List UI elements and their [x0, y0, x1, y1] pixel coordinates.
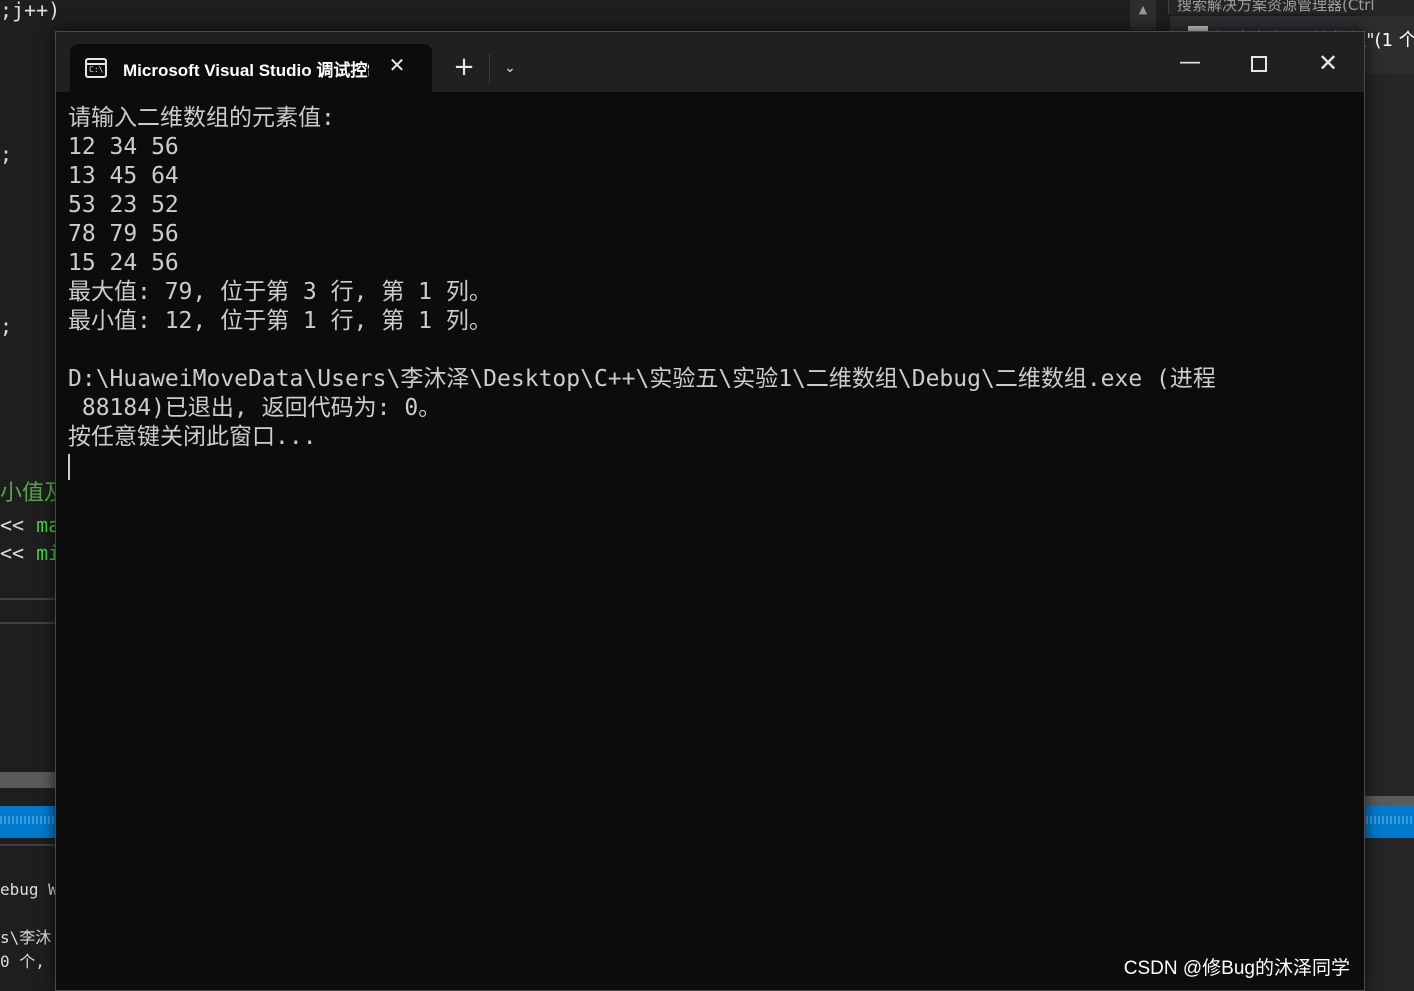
status-band	[1362, 806, 1414, 838]
close-tab-icon[interactable]: ✕	[384, 52, 410, 78]
solution-search-input[interactable]: 搜索解决方案资源管理器(Ctrl	[1168, 0, 1414, 14]
console-line: D:\HuaweiMoveData\Users\李沐泽\Desktop\C++\…	[68, 366, 1216, 392]
console-tab[interactable]: C:\ Microsoft Visual Studio 调试控制台 ✕	[70, 44, 432, 92]
pane-divider	[0, 844, 56, 846]
console-line: 88184)已退出, 返回代码为: 0。	[68, 395, 442, 421]
terminal-icon: C:\	[85, 58, 107, 78]
maximize-icon	[1251, 55, 1267, 72]
solution-scrollbar[interactable]	[1362, 796, 1414, 806]
cursor-line	[68, 452, 1364, 481]
code-line: << ma	[0, 513, 56, 537]
output-text: 0 个,	[0, 952, 45, 971]
console-line: 53 23 52	[68, 192, 179, 218]
scroll-up-button[interactable]: ▲	[1130, 0, 1156, 30]
console-line: 最小值: 12, 位于第 1 行, 第 1 列。	[68, 308, 492, 334]
console-line: 按任意键关闭此窗口...	[68, 424, 317, 450]
console-output[interactable]: 请输入二维数组的元素值: 12 34 56 13 45 64 53 23 52 …	[68, 104, 1364, 990]
editor-scrollbar[interactable]	[0, 772, 56, 788]
console-line: 78 79 56	[68, 221, 179, 247]
code-line: ;	[0, 142, 13, 166]
pane-divider	[0, 598, 56, 600]
watermark: CSDN @修Bug的沐泽同学	[1123, 958, 1350, 979]
code-comment: 小值及	[0, 481, 56, 506]
console-line: 15 24 56	[68, 250, 179, 276]
output-text: s\李沐	[0, 928, 52, 947]
code-line: ;	[0, 314, 13, 338]
tab-title: Microsoft Visual Studio 调试控制台	[123, 61, 369, 80]
chevron-down-icon[interactable]: ⌄	[496, 52, 524, 84]
maximize-button[interactable]	[1236, 46, 1282, 80]
titlebar-divider	[489, 54, 490, 84]
code-line: << mi	[0, 541, 56, 565]
minimize-button[interactable]: —	[1167, 46, 1213, 80]
console-line: 请输入二维数组的元素值:	[68, 105, 335, 131]
editor-pane: ;j++) ; ; 小值及 << ma << mi ebug W s\李沐 0 …	[0, 0, 56, 991]
close-window-button[interactable]: ✕	[1305, 46, 1351, 80]
new-tab-button[interactable]: +	[448, 52, 480, 84]
console-line: 12 34 56	[68, 134, 179, 160]
solution-explorer-pane	[1362, 0, 1414, 991]
status-band	[0, 806, 56, 838]
title-bar[interactable]: C:\ Microsoft Visual Studio 调试控制台 ✕ + ⌄ …	[56, 32, 1364, 92]
code-line: ;j++)	[0, 0, 56, 22]
text-cursor	[68, 453, 70, 480]
debug-console-window[interactable]: C:\ Microsoft Visual Studio 调试控制台 ✕ + ⌄ …	[55, 31, 1365, 991]
console-line: 13 45 64	[68, 163, 179, 189]
output-text: ebug W	[0, 880, 56, 899]
console-line: 最大值: 79, 位于第 3 行, 第 1 列。	[68, 279, 492, 305]
pane-divider	[0, 622, 56, 624]
